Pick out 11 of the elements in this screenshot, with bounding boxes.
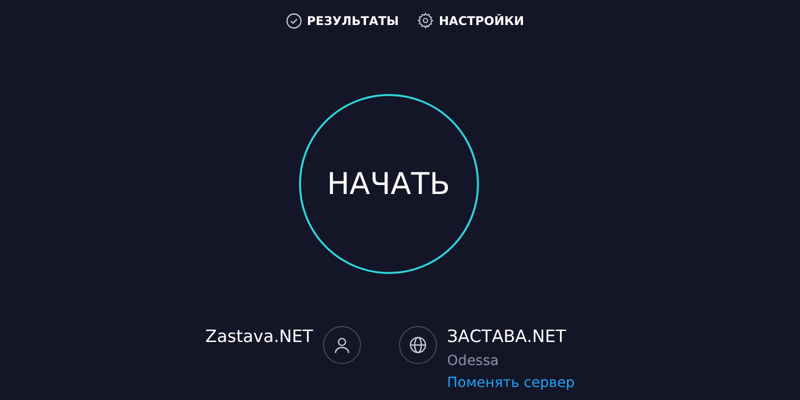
check-circle-icon <box>286 12 302 28</box>
results-link[interactable]: РЕЗУЛЬТАТЫ <box>286 12 399 29</box>
server-name: ЗАСТАВА.NET <box>447 326 567 347</box>
globe-icon <box>399 326 438 364</box>
provider-name: Zastava.NET <box>205 326 314 347</box>
settings-icon <box>416 12 434 29</box>
change-server-link[interactable]: Поменять сервер <box>447 375 575 391</box>
user-icon <box>323 326 362 364</box>
settings-link[interactable]: НАСТРОЙКИ <box>416 12 524 29</box>
server-location: Odessa <box>447 353 500 369</box>
start-button[interactable]: НАЧАТЬ <box>298 94 478 274</box>
